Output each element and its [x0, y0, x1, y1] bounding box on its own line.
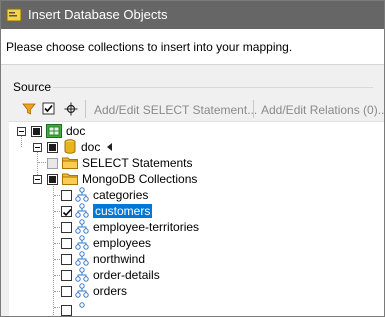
mongodb-collections-checkbox[interactable]: [47, 174, 58, 185]
collection-label: northwind: [93, 252, 146, 266]
tree-node-label: doc: [66, 124, 86, 138]
toolbar-separator: [85, 100, 86, 118]
collection-item[interactable]: order-details: [9, 267, 384, 283]
collection-item[interactable]: orders: [9, 283, 384, 299]
collection-label: orders: [93, 284, 128, 298]
collapse-toggle[interactable]: [17, 127, 26, 136]
app-icon: [6, 7, 22, 23]
database-connection-icon: [46, 124, 62, 138]
caret-left-icon[interactable]: [107, 143, 113, 151]
collection-checkbox[interactable]: [61, 270, 72, 281]
checkmark-icon[interactable]: [39, 99, 59, 119]
folder-icon: [62, 172, 78, 185]
tree-node-label: SELECT Statements: [82, 156, 193, 170]
tree-node-select-statements[interactable]: SELECT Statements: [9, 155, 384, 171]
collection-item[interactable]: northwind: [9, 251, 384, 267]
filter-icon[interactable]: [19, 99, 39, 119]
collection-checkbox[interactable]: [61, 238, 72, 249]
collection-tree-icon: [75, 283, 89, 299]
title-bar[interactable]: Insert Database Objects: [1, 1, 384, 29]
crosshair-icon[interactable]: [61, 99, 81, 119]
collection-tree-icon: [75, 203, 89, 219]
collection-tree-icon: [75, 219, 89, 235]
collection-item[interactable]: customers: [9, 203, 384, 219]
insert-database-objects-dialog: Insert Database Objects Please choose co…: [0, 0, 385, 317]
collection-label: order-details: [93, 268, 160, 282]
collection-item-partial: [9, 302, 384, 316]
collection-tree-icon: [75, 187, 89, 203]
instructions-text: Please choose collections to insert into…: [6, 40, 293, 54]
collection-label: employees: [93, 236, 152, 250]
collection-checkbox[interactable]: [61, 286, 72, 297]
collection-checkbox[interactable]: [61, 222, 72, 233]
collection-label: customers: [93, 204, 153, 218]
collection-item[interactable]: employee-territories: [9, 219, 384, 235]
source-group-label: Source: [13, 80, 52, 94]
collection-checkbox[interactable]: [61, 206, 72, 217]
database-checkbox[interactable]: [47, 142, 58, 153]
collection-item[interactable]: categories: [9, 187, 384, 203]
source-tree[interactable]: doc doc SELECT Statements MongoDB Collec…: [9, 121, 384, 316]
collection-checkbox[interactable]: [61, 190, 72, 201]
select-statements-checkbox: [47, 158, 58, 169]
database-icon: [64, 139, 76, 154]
collection-label: employee-territories: [93, 220, 200, 234]
tree-node-mongodb-collections[interactable]: MongoDB Collections: [9, 171, 384, 187]
collection-item[interactable]: employees: [9, 235, 384, 251]
tree-node-label: MongoDB Collections: [82, 172, 198, 186]
add-edit-select-button[interactable]: Add/Edit SELECT Statement...: [94, 103, 257, 117]
add-edit-relations-button[interactable]: Add/Edit Relations (0)...: [261, 103, 384, 117]
group-divider: [53, 87, 373, 88]
toolbar-separator: [253, 100, 254, 118]
collection-tree-icon: [75, 302, 89, 316]
instructions-panel: Please choose collections to insert into…: [1, 29, 384, 65]
collection-tree-icon: [75, 267, 89, 283]
collection-checkbox[interactable]: [61, 254, 72, 265]
tree-node-root[interactable]: doc: [9, 123, 384, 139]
collection-label: categories: [93, 188, 149, 202]
collapse-toggle[interactable]: [33, 143, 42, 152]
collection-tree-icon: [75, 251, 89, 267]
source-toolbar: Add/Edit SELECT Statement... Add/Edit Re…: [11, 97, 384, 123]
collection-checkbox: [61, 305, 72, 316]
tree-node-database[interactable]: doc: [9, 139, 384, 155]
collapse-toggle[interactable]: [33, 175, 42, 184]
collection-tree-icon: [75, 235, 89, 251]
root-checkbox[interactable]: [31, 126, 42, 137]
window-title: Insert Database Objects: [28, 7, 168, 22]
tree-node-label: doc: [81, 140, 101, 154]
folder-icon: [62, 156, 78, 169]
